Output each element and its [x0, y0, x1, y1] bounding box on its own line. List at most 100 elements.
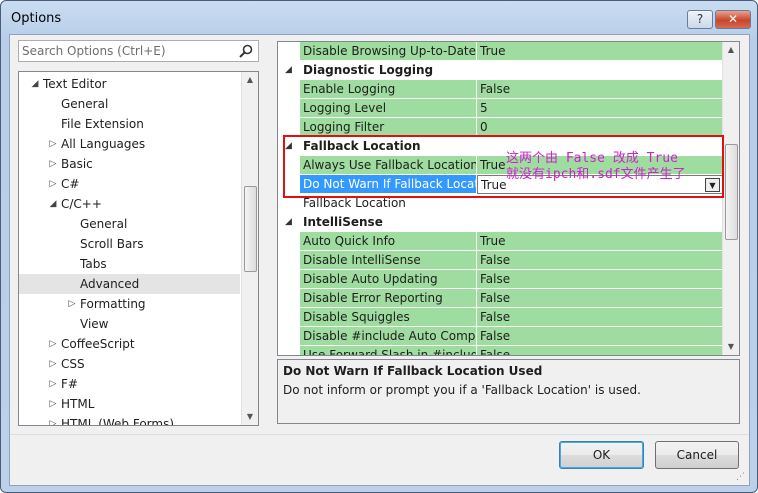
grid-property-row[interactable]: Disable Squiggles False — [278, 308, 723, 327]
tree-item[interactable]: View — [19, 314, 240, 334]
collapsed-arrow-icon[interactable]: ▷ — [47, 334, 59, 354]
property-value[interactable]: False — [477, 251, 723, 270]
property-value[interactable]: False — [477, 346, 723, 355]
annotation-line-2: 就没有ipch和.sdf文件产生了 — [506, 167, 686, 182]
property-name: Logging Level — [300, 99, 476, 118]
property-value-text: False — [480, 291, 511, 305]
tree-item[interactable]: ▷ Formatting — [19, 294, 240, 314]
property-value[interactable]: True — [477, 232, 723, 251]
tree-item[interactable]: Tabs — [19, 254, 240, 274]
tree-scrollbar[interactable]: ▲ ▼ — [241, 72, 258, 425]
grid-property-row[interactable]: Enable Logging False — [278, 80, 723, 99]
cancel-button[interactable]: Cancel — [655, 441, 739, 469]
grid-property-row[interactable]: Use Forward Slash in #include False — [278, 346, 723, 355]
property-value-text: True — [480, 44, 506, 58]
search-placeholder: Search Options (Ctrl+E) — [22, 44, 166, 58]
property-grid[interactable]: Disable Browsing Up-to-Date True ◢ Diagnost… — [277, 41, 740, 356]
collapsed-arrow-icon[interactable]: ▷ — [47, 354, 59, 374]
scroll-down-icon[interactable]: ▼ — [723, 339, 739, 355]
expanded-arrow-icon[interactable]: ◢ — [47, 194, 59, 214]
property-name: Disable Auto Updating — [300, 270, 476, 289]
grid-property-row[interactable]: Disable IntelliSense False — [278, 251, 723, 270]
category-collapse-icon[interactable]: ◢ — [285, 61, 292, 80]
description-title: Do Not Warn If Fallback Location Used — [283, 364, 543, 378]
property-value-text: 5 — [480, 101, 488, 115]
property-value-text: False — [480, 310, 511, 324]
tree-item[interactable]: ▷ All Languages — [19, 134, 240, 154]
search-icon[interactable] — [238, 43, 254, 59]
tree-item-label: Scroll Bars — [80, 237, 144, 251]
grid-property-row[interactable]: Disable Auto Updating False — [278, 270, 723, 289]
tree-item-label: File Extension — [61, 117, 144, 131]
options-dialog: Options ? ✕ Search Options (Ctrl+E) ◢ Tex… — [0, 0, 758, 493]
category-collapse-icon[interactable]: ◢ — [285, 213, 292, 232]
description-body: Do not inform or prompt you if a 'Fallba… — [283, 383, 641, 397]
window-title: Options — [11, 11, 62, 26]
tree-scroll-thumb[interactable] — [244, 186, 257, 272]
tree-item-label: HTML (Web Forms) — [61, 417, 175, 426]
property-value[interactable]: False — [477, 308, 723, 327]
property-value-text: True — [480, 234, 506, 248]
tree-item[interactable]: Advanced — [19, 274, 240, 294]
help-button[interactable]: ? — [687, 10, 713, 29]
tree-item[interactable]: ▷ CoffeeScript — [19, 334, 240, 354]
scroll-up-icon[interactable]: ▲ — [723, 42, 739, 58]
tree-item[interactable]: ▷ Basic — [19, 154, 240, 174]
tree-item[interactable]: ▷ C# — [19, 174, 240, 194]
grid-category[interactable]: ◢ IntelliSense — [278, 213, 723, 232]
collapsed-arrow-icon[interactable]: ▷ — [47, 174, 59, 194]
grid-scrollbar[interactable]: ▲ ▼ — [722, 42, 739, 355]
collapsed-arrow-icon[interactable]: ▷ — [47, 414, 59, 425]
tree-item-label: All Languages — [61, 137, 146, 151]
grid-property-row[interactable]: Disable Error Reporting False — [278, 289, 723, 308]
collapsed-arrow-icon[interactable]: ▷ — [47, 154, 59, 174]
tree-item[interactable]: File Extension — [19, 114, 240, 134]
property-name: Disable Error Reporting — [300, 289, 476, 308]
tree-item-label: Formatting — [80, 297, 146, 311]
tree-item[interactable]: General — [19, 214, 240, 234]
property-value[interactable]: False — [477, 289, 723, 308]
grid-property-row[interactable]: Disable Browsing Up-to-Date True — [278, 42, 723, 61]
scroll-up-icon[interactable]: ▲ — [242, 72, 258, 88]
property-value[interactable]: False — [477, 327, 723, 346]
grid-property-row[interactable]: Auto Quick Info True — [278, 232, 723, 251]
tree-item-label: Text Editor — [43, 77, 107, 91]
scroll-down-icon[interactable]: ▼ — [242, 409, 258, 425]
close-button[interactable]: ✕ — [715, 10, 751, 29]
collapsed-arrow-icon[interactable]: ▷ — [47, 394, 59, 414]
tree-item-label: F# — [61, 377, 78, 391]
ok-button[interactable]: OK — [559, 441, 644, 469]
tree-item[interactable]: ▷ HTML (Web Forms) — [19, 414, 240, 426]
tree-item[interactable]: General — [19, 94, 240, 114]
grid-property-row[interactable]: Disable #include Auto Completion False — [278, 327, 723, 346]
property-value[interactable]: False — [477, 270, 723, 289]
resize-grip-icon[interactable]: ⋰ — [736, 472, 746, 482]
tree-item-label: C/C++ — [61, 197, 102, 211]
collapsed-arrow-icon[interactable]: ▷ — [47, 374, 59, 394]
grid-category[interactable]: ◢ Diagnostic Logging — [278, 61, 723, 80]
grid-scroll-thumb[interactable] — [725, 144, 738, 240]
collapsed-arrow-icon[interactable]: ▷ — [47, 134, 59, 154]
property-name: Disable IntelliSense — [300, 251, 476, 270]
property-value[interactable]: False — [477, 80, 723, 99]
expanded-arrow-icon[interactable]: ◢ — [29, 74, 41, 94]
tree-item[interactable]: ▷ CSS — [19, 354, 240, 374]
tree-item[interactable]: ◢ Text Editor — [19, 74, 240, 94]
tree-item[interactable]: ◢ C/C++ — [19, 194, 240, 214]
tree-item-label: CoffeeScript — [61, 337, 135, 351]
tree-item[interactable]: Scroll Bars — [19, 234, 240, 254]
property-name: Disable #include Auto Completion — [300, 327, 476, 346]
tree-item-label: C# — [61, 177, 80, 191]
property-name: Use Forward Slash in #include — [300, 346, 476, 355]
property-value[interactable]: 5 — [477, 99, 723, 118]
grid-property-row[interactable]: Logging Level 5 — [278, 99, 723, 118]
tree-item[interactable]: ▷ HTML — [19, 394, 240, 414]
collapsed-arrow-icon[interactable]: ▷ — [66, 294, 78, 314]
tree-item[interactable]: ▷ F# — [19, 374, 240, 394]
description-panel: Do Not Warn If Fallback Location Used Do… — [277, 359, 740, 424]
property-name: Enable Logging — [300, 80, 476, 99]
search-input[interactable]: Search Options (Ctrl+E) — [18, 40, 259, 62]
property-name: Disable Squiggles — [300, 308, 476, 327]
property-value[interactable]: True — [477, 42, 723, 61]
options-tree[interactable]: ◢ Text Editor General File Extension ▷ All La… — [18, 71, 259, 426]
